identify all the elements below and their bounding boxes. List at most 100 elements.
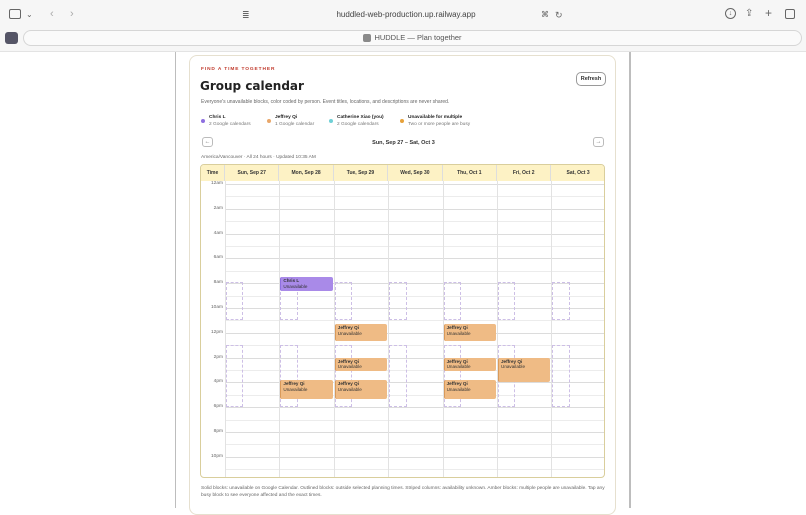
calendar-grid: Time Sun, Sep 27 Mon, Sep 28 Tue, Sep 29 We… [200, 164, 605, 478]
busy-block[interactable]: Jeffrey Qi Unavailable [443, 324, 496, 342]
reader-icon[interactable]: ≣ [242, 9, 250, 21]
hour-gridline [225, 332, 604, 334]
time-label: 8am [213, 280, 223, 286]
busy-block-label: Unavailable [337, 330, 362, 336]
timezone-info: America/Vancouver · All 24 hours · Updat… [201, 155, 316, 160]
outside-planning-block[interactable] [226, 281, 244, 321]
day-header: Tue, Sep 29 [333, 165, 389, 181]
date-range: Sun, Sep 27 – Sat, Oct 3 [372, 140, 435, 146]
tab-active[interactable]: HUDDLE — Plan together [23, 30, 802, 46]
download-icon[interactable]: ↓ [725, 8, 736, 19]
legend-count: 1 Google calendar [275, 122, 315, 127]
outside-planning-block[interactable] [389, 345, 407, 408]
busy-block-label: Unavailable [283, 283, 308, 289]
hour-gridline [225, 469, 604, 471]
legend-count: 2 Google calendars [209, 122, 251, 127]
busy-block[interactable]: Jeffrey Qi Unavailable [498, 357, 551, 383]
busy-block[interactable]: Jeffrey Qi Unavailable [334, 379, 388, 399]
legend-dot [201, 119, 205, 123]
time-label: 12am [211, 181, 223, 186]
time-label: 4am [213, 230, 223, 236]
time-label: 10pm [211, 453, 223, 459]
day-header: Sat, Oct 3 [551, 165, 604, 181]
busy-block[interactable]: Jeffrey Qi Unavailable [334, 357, 388, 372]
busy-block-label: Unavailable [337, 386, 362, 392]
legend-dot [400, 119, 404, 123]
share-icon[interactable]: ⇪ [745, 8, 753, 20]
tab-favicon-icon [5, 32, 18, 44]
day-column-divider [497, 165, 498, 477]
eyebrow-label: FIND A TIME TOGETHER [201, 67, 276, 72]
address-bar[interactable]: huddled-web-production.up.railway.app [336, 10, 476, 19]
hour-gridline [225, 407, 604, 409]
hour-gridline [225, 432, 604, 433]
outside-planning-block[interactable] [443, 281, 461, 321]
hour-gridline [225, 246, 604, 247]
outside-planning-block[interactable] [498, 281, 516, 321]
day-column-divider [442, 165, 444, 477]
hour-gridline [225, 258, 604, 260]
busy-block[interactable]: Jeffrey Qi Unavailable [334, 324, 388, 342]
sidebar-toggle-icon[interactable] [9, 9, 21, 19]
page-title: Group calendar [200, 79, 304, 93]
time-column-header: Time [201, 165, 225, 181]
day-header: Thu, Oct 1 [442, 165, 497, 181]
chevron-down-icon[interactable]: ⌄ [26, 9, 33, 21]
day-column-divider [388, 165, 390, 477]
time-label: 4pm [213, 379, 223, 385]
legend-count: 2 Google calendars [337, 122, 379, 127]
busy-block-label: Unavailable [446, 364, 471, 370]
day-column-divider [551, 165, 553, 477]
hour-gridline [225, 419, 604, 421]
outside-planning-block[interactable] [389, 281, 407, 321]
browser-chrome: ⌄ ‹ › ≣ huddled-web-production.up.railwa… [0, 0, 806, 52]
day-column-divider [225, 165, 226, 477]
time-label: 2pm [213, 354, 223, 360]
day-column-divider [279, 165, 281, 477]
time-label: 12pm [211, 329, 223, 335]
hour-gridline [225, 221, 604, 223]
time-label: 8pm [213, 429, 223, 434]
legend-dot [329, 119, 333, 123]
busy-block[interactable]: Jeffrey Qi Unavailable [280, 379, 333, 399]
tab-overview-icon[interactable] [785, 9, 795, 19]
new-tab-icon[interactable]: + [765, 7, 772, 19]
legend-dot [267, 119, 271, 123]
time-label: 2am [213, 205, 223, 211]
reload-icon[interactable]: ↻ [555, 9, 563, 21]
busy-block[interactable]: Chris L Unavailable [280, 277, 333, 291]
tab-title: HUDDLE — Plan together [374, 33, 462, 42]
footnote: Solid blocks: unavailable on Google Cale… [201, 486, 605, 498]
huddle-favicon-icon [363, 34, 372, 43]
hour-gridline [225, 444, 604, 446]
forward-icon[interactable]: › [70, 8, 74, 20]
day-header: Fri, Oct 2 [497, 165, 552, 181]
busy-block-label: Unavailable [446, 386, 471, 392]
time-label: 6am [213, 255, 223, 261]
hour-gridline [225, 196, 604, 198]
busy-block-label: Unavailable [283, 386, 308, 392]
day-header: Wed, Sep 30 [388, 165, 443, 181]
busy-block-label: Unavailable [337, 364, 362, 370]
translate-icon[interactable]: ⌘ [541, 9, 549, 21]
page-margin-right [629, 52, 806, 508]
next-week-button[interactable]: → [593, 137, 604, 147]
outside-planning-block[interactable] [334, 281, 353, 321]
outside-planning-block[interactable] [552, 281, 570, 321]
hour-gridline [225, 233, 604, 235]
outside-planning-block[interactable] [552, 345, 570, 408]
legend-name: Unavailable for multiple [408, 115, 463, 120]
hour-gridline [225, 184, 604, 185]
hour-gridline [225, 320, 604, 322]
refresh-button[interactable]: Refresh [576, 72, 606, 86]
busy-block[interactable]: Jeffrey Qi Unavailable [443, 357, 496, 372]
hour-gridline [225, 270, 604, 272]
outside-planning-block[interactable] [226, 345, 244, 408]
day-header: Sun, Sep 27 [225, 165, 280, 181]
back-icon[interactable]: ‹ [50, 8, 54, 20]
busy-block[interactable]: Jeffrey Qi Unavailable [443, 379, 496, 399]
group-calendar-card: FIND A TIME TOGETHER Group calendar Refr… [189, 55, 616, 515]
hour-gridline [225, 456, 604, 458]
busy-block-label: Unavailable [501, 364, 526, 370]
day-header: Mon, Sep 28 [279, 165, 334, 181]
